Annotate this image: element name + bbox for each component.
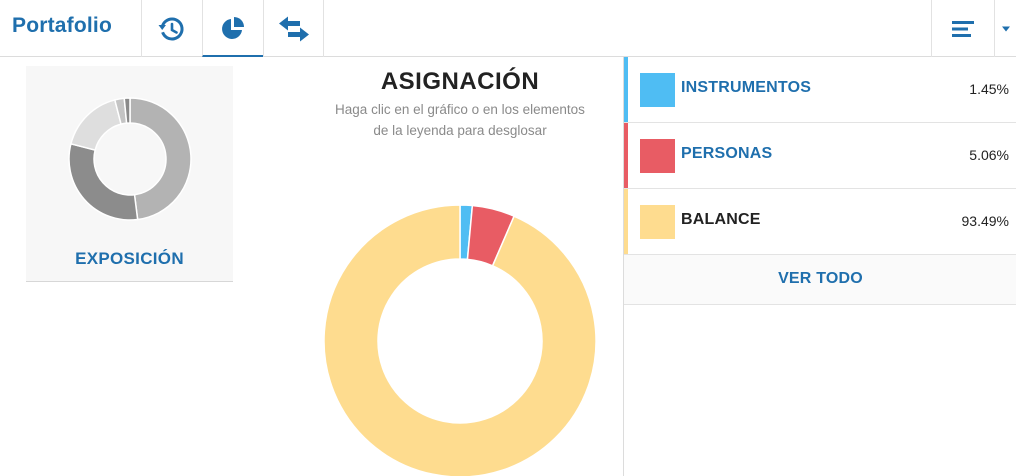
subtitle-line-2: de la leyenda para desglosar — [373, 123, 547, 138]
legend-stripe — [624, 57, 628, 122]
top-bar: Portafolio — [0, 0, 1016, 57]
tab-transactions[interactable] — [263, 0, 324, 57]
allocation-title: ASIGNACIÓN — [380, 68, 540, 95]
legend-stripe — [624, 123, 628, 188]
exposure-slice-2[interactable] — [68, 142, 139, 221]
options-dropdown-button[interactable] — [994, 0, 1016, 57]
exposure-slice-3[interactable] — [70, 99, 122, 151]
legend-swatch — [640, 73, 675, 107]
legend-name[interactable]: BALANCE — [681, 211, 761, 229]
exposure-label[interactable]: EXPOSICIÓN — [26, 249, 233, 269]
legend-percent: 5.06% — [969, 147, 1009, 163]
caret-down-icon — [1001, 26, 1010, 31]
list-view-button[interactable] — [931, 0, 994, 57]
allocation-subtitle: Haga clic en el gráfico o en los element… — [300, 99, 620, 141]
subtitle-line-1: Haga clic en el gráfico o en los element… — [335, 102, 585, 117]
legend-item-instrumentos[interactable]: INSTRUMENTOS 1.45% — [624, 57, 1016, 123]
legend-swatch — [640, 139, 675, 173]
pie-chart-icon — [222, 16, 244, 39]
swap-arrows-icon — [278, 16, 309, 41]
legend-item-balance[interactable]: BALANCE 93.49% — [624, 189, 1016, 255]
slice-balance[interactable] — [323, 204, 597, 476]
exposure-slice-1[interactable] — [129, 97, 192, 221]
history-icon — [158, 16, 184, 40]
page-title[interactable]: Portafolio — [12, 14, 112, 38]
exposure-card[interactable]: EXPOSICIÓN — [26, 66, 233, 282]
view-all-button[interactable]: VER TODO — [624, 255, 1016, 305]
exposure-donut-chart[interactable] — [26, 66, 233, 246]
legend-item-personas[interactable]: PERSONAS 5.06% — [624, 123, 1016, 189]
list-lines-icon — [952, 20, 974, 37]
allocation-donut-chart[interactable] — [300, 180, 620, 476]
legend-name[interactable]: INSTRUMENTOS — [681, 79, 811, 97]
legend-percent: 93.49% — [961, 213, 1009, 229]
legend-swatch — [640, 205, 675, 239]
legend-percent: 1.45% — [969, 81, 1009, 97]
tab-history[interactable] — [141, 0, 202, 57]
allocation-legend: INSTRUMENTOS 1.45% PERSONAS 5.06% BALANC… — [623, 57, 1016, 476]
legend-name[interactable]: PERSONAS — [681, 145, 772, 163]
tab-allocation[interactable] — [202, 0, 263, 57]
legend-stripe — [624, 189, 628, 254]
